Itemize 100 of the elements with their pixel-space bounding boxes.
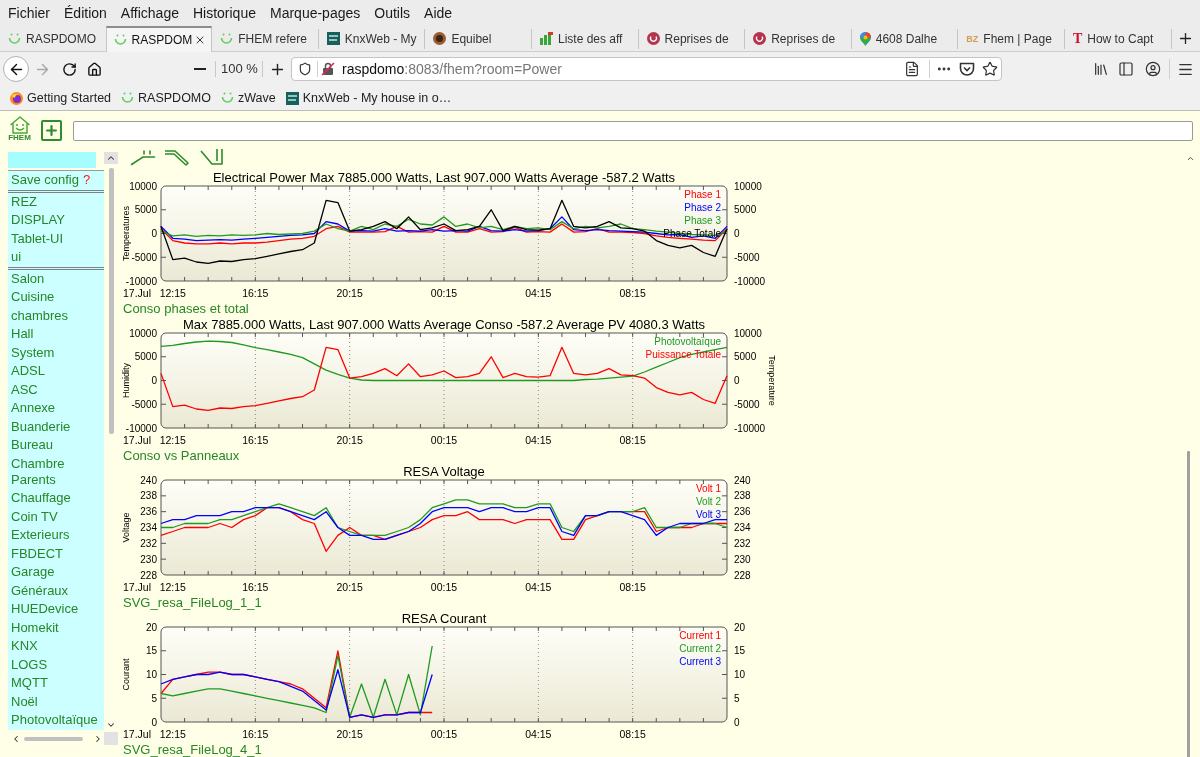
scrollbar-thumb[interactable] [108, 168, 114, 434]
library-icon[interactable] [1093, 61, 1109, 77]
room-link[interactable]: Buanderie [8, 417, 104, 436]
room-link[interactable]: Cuisine [8, 288, 104, 307]
sidebar-icon[interactable] [1118, 61, 1134, 77]
plot-link[interactable]: Conso phases et total [123, 301, 249, 316]
menu-item[interactable]: Marque-pages [263, 2, 368, 24]
back-button[interactable] [3, 56, 29, 82]
chart-title: Max 7885.000 Watts, Last 907.000 Watts Average Conso -587.2 Average PV 4080.3 Watts [183, 317, 705, 332]
scroll-up-icon[interactable] [1186, 154, 1195, 163]
plot-link[interactable]: SVG_resa_FileLog_1_1 [123, 595, 262, 610]
bookmark[interactable]: Getting Started [6, 87, 116, 109]
reader-view-icon[interactable] [904, 61, 920, 77]
room-link[interactable]: Bureau [8, 436, 104, 455]
room-link[interactable]: Hall [8, 325, 104, 344]
room-link[interactable]: FBDECT [8, 544, 104, 563]
legend-label: Current 2 [679, 643, 721, 654]
date-label: 17.Jul [123, 287, 152, 299]
page-scrollbar[interactable] [1187, 451, 1190, 757]
room-link[interactable]: KNX [8, 637, 104, 656]
menu-item[interactable]: Affichage [113, 2, 186, 24]
axis-tick-label: 12:15 [159, 728, 186, 740]
room-link[interactable]: Homekit [8, 618, 104, 637]
axis-tick-label: 5000 [134, 351, 157, 363]
axis-tick-label: 00:15 [430, 434, 458, 446]
axis-tick-label: 20:15 [336, 581, 363, 593]
home-icon [86, 61, 102, 77]
room-link[interactable]: MQTT [8, 674, 104, 693]
chevron-down-icon[interactable] [106, 720, 116, 730]
cropped-line-icon[interactable] [200, 148, 224, 166]
star-icon[interactable] [982, 61, 998, 77]
room-link[interactable]: Chambre Parents [8, 454, 104, 489]
shield-icon[interactable] [298, 62, 312, 76]
room-link[interactable]: Photovoltaïque [8, 711, 104, 730]
chart-title: Electrical Power Max 7885.000 Watts, Last 907.000 Watts Average -587.2 Watts [212, 170, 676, 185]
house-smiley-icon[interactable] [8, 116, 31, 134]
room-link[interactable]: Noël [8, 692, 104, 711]
axis-tick-label: -10000 [734, 422, 766, 434]
plot-link[interactable]: Conso vs Panneaux [123, 448, 240, 463]
axis-tick-label: 232 [140, 537, 157, 549]
axis-tick-label: 16:15 [242, 581, 269, 593]
bookmark[interactable]: RASPDOMO [117, 87, 215, 109]
chevron-left-icon[interactable] [11, 733, 21, 744]
room-link[interactable]: LOGS [8, 655, 104, 674]
axis-tick-label: 228 [734, 569, 751, 581]
axis-tick-label: 04:15 [525, 728, 552, 740]
browser-tab[interactable]: RASPDOM [105, 26, 213, 52]
scrollbar-corner [104, 732, 118, 745]
zoom-reset-button[interactable]: 100 % [219, 58, 260, 80]
room-link[interactable]: ADSL [8, 362, 104, 381]
room-link[interactable]: Garage [8, 563, 104, 582]
menu-item[interactable]: Édition [57, 2, 114, 24]
room-link[interactable]: ASC [8, 380, 104, 399]
bookmark[interactable]: zWave [217, 87, 280, 109]
help-mark[interactable]: ? [82, 172, 91, 188]
cropped-line-icon[interactable] [164, 148, 191, 166]
chevron-right-icon[interactable] [93, 733, 103, 744]
command-field[interactable] [73, 121, 1193, 141]
room-link[interactable]: Chauffage [8, 489, 104, 508]
axis-tick-label: 04:15 [525, 581, 552, 593]
room-link[interactable]: HUEDevice [8, 600, 104, 619]
room-link[interactable]: Exterieurs [8, 526, 104, 545]
bookmark[interactable]: KnxWeb - My house in o… [281, 87, 456, 109]
legend-label: Current 1 [679, 630, 721, 641]
axis-tick-label: 0 [151, 716, 157, 728]
room-link[interactable]: chambres [8, 306, 104, 325]
room-link[interactable]: DISPLAY [8, 211, 104, 230]
bar-chart-icon [539, 32, 553, 45]
scrollbar-thumb[interactable] [24, 736, 83, 741]
plot-link[interactable]: SVG_resa_FileLog_4_1 [123, 742, 262, 757]
address-bar[interactable]: raspdomo:8083/fhem?room=Power [291, 57, 1002, 81]
scroll-up-button[interactable] [104, 152, 118, 164]
add-button[interactable] [41, 120, 62, 141]
axis-tick-label: 234 [140, 522, 157, 534]
room-link[interactable]: Annexe [8, 399, 104, 418]
room-link[interactable]: ui [8, 248, 104, 267]
room-link[interactable]: REZ [8, 192, 104, 211]
axis-tick-label: 08:15 [619, 434, 646, 446]
room-link[interactable]: Salon [8, 269, 104, 288]
pocket-icon[interactable] [959, 61, 975, 77]
menu-item[interactable]: Fichier [1, 2, 57, 24]
axis-tick-label: -5000 [131, 251, 157, 263]
menu-item[interactable]: Aide [417, 2, 460, 24]
room-link[interactable]: Coin TV [8, 507, 104, 526]
crossed-lock-icon[interactable] [321, 62, 335, 76]
axis-tick-label: 15 [145, 645, 157, 657]
room-link[interactable]: Save config ? [8, 171, 104, 190]
cropped-line-icon[interactable] [130, 148, 156, 166]
smiley-icon [8, 32, 21, 45]
menu-item[interactable]: Historique [185, 2, 263, 24]
axis-tick-label: 10 [734, 669, 746, 681]
round-logo-icon [646, 32, 660, 45]
room-link[interactable]: Tablet-UI [8, 229, 104, 248]
axis-tick-label: 20:15 [336, 434, 363, 446]
axis-title: Courant [120, 658, 131, 691]
axis-tick-label: 0 [734, 375, 740, 387]
room-link[interactable]: Généraux [8, 581, 104, 600]
room-link[interactable]: System [8, 343, 104, 362]
account-icon[interactable] [1145, 61, 1161, 77]
menu-item[interactable]: Outils [367, 2, 418, 24]
